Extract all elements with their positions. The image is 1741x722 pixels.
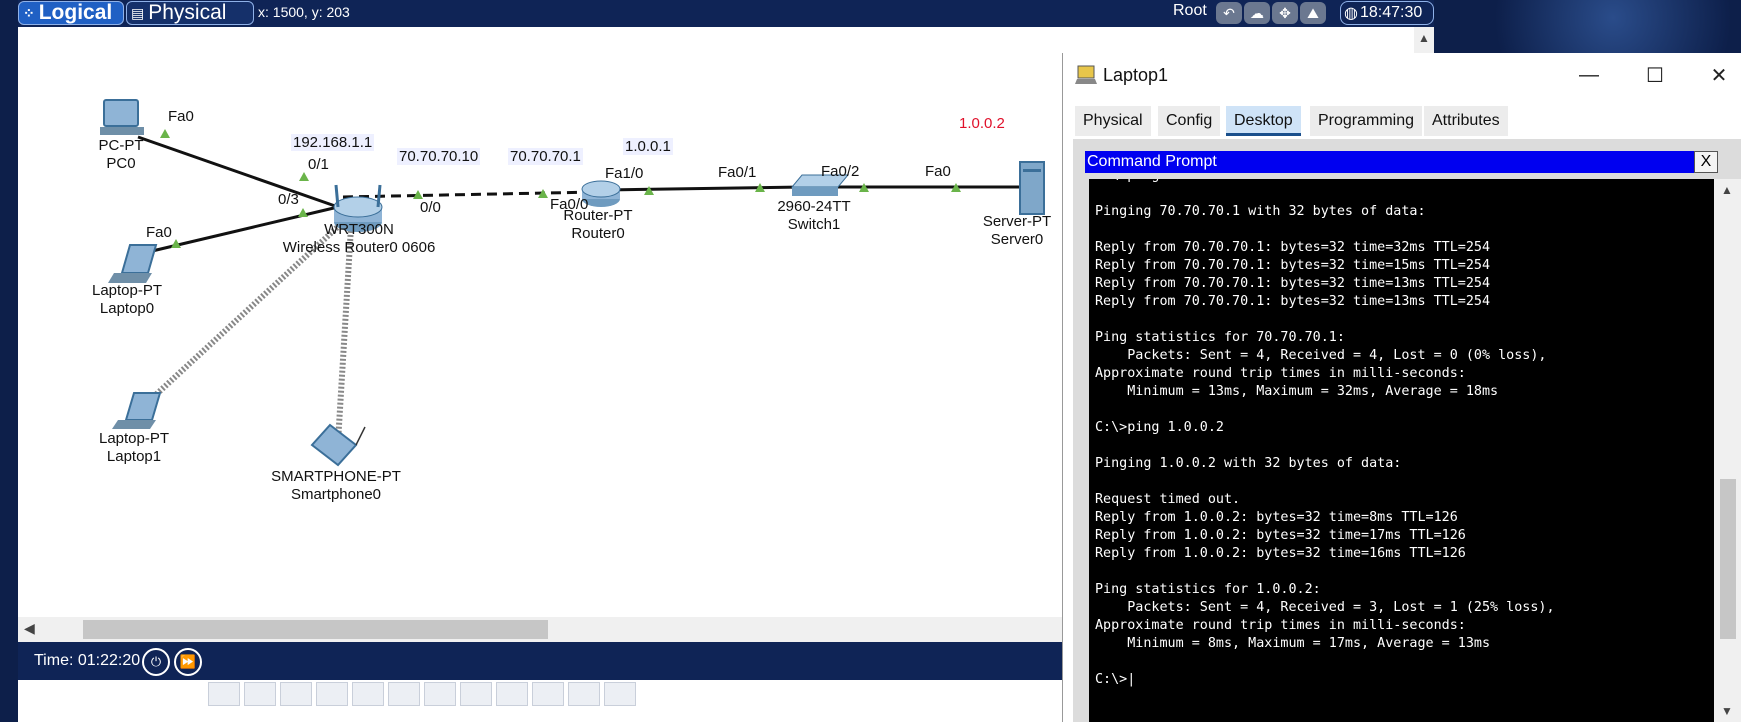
connection-straight-icon[interactable]	[280, 682, 312, 706]
connection-serial-dte-icon[interactable]	[496, 682, 528, 706]
cursor-coordinates: x: 1500, y: 203	[258, 4, 350, 20]
window-title: Laptop1	[1103, 65, 1169, 85]
port-up-indicator	[160, 129, 170, 138]
scroll-up-icon[interactable]: ▲	[1721, 183, 1733, 197]
switch1-label: 2960-24TT Switch1	[777, 198, 851, 233]
laptop0-label: Laptop-PT Laptop0	[91, 282, 163, 317]
logical-tab-label: Logical	[38, 1, 113, 24]
console-scroll-thumb[interactable]	[1720, 479, 1736, 639]
command-prompt-console[interactable]: C:\>ping 70.70.70.1 Pinging 70.70.70.1 w…	[1089, 179, 1714, 722]
physical-icon: ▤	[131, 5, 145, 21]
laptop1-label: Laptop-PT Laptop1	[98, 430, 170, 465]
desktop-edge	[0, 0, 18, 722]
laptop0-icon[interactable]	[108, 244, 158, 283]
command-prompt-app: Command Prompt X C:\>ping 70.70.70.1 Pin…	[1073, 139, 1741, 722]
port-label: Fa0	[146, 224, 172, 241]
cloud-icon[interactable]: ☁	[1244, 2, 1270, 24]
fast-forward-icon: ⏩	[179, 654, 197, 669]
connection-toolbar	[18, 680, 1062, 722]
port-label: Fa0/0	[550, 196, 589, 213]
connection-cross-icon[interactable]	[316, 682, 348, 706]
ip-label: 70.70.70.10	[397, 148, 481, 165]
move-icon[interactable]: ✥	[1272, 2, 1298, 24]
ip-label: 70.70.70.1	[508, 148, 583, 165]
connection-fiber-icon[interactable]	[352, 682, 384, 706]
laptop1-window-icon	[1075, 65, 1097, 84]
simulation-time: Time: 01:22:20	[34, 652, 141, 669]
desktop-background	[1421, 0, 1741, 60]
wrt300n-label: WRT300N Wireless Router0 0606	[282, 221, 436, 256]
connection-phone-icon[interactable]	[388, 682, 420, 706]
horizontal-scroll-thumb[interactable]	[83, 620, 548, 639]
port-label: Fa0	[168, 108, 194, 125]
close-button[interactable]: ✕	[1696, 57, 1741, 93]
connection-console-icon[interactable]	[244, 682, 276, 706]
tab-config[interactable]: Config	[1158, 106, 1221, 136]
port-label: 0/1	[308, 156, 329, 173]
server0-label: Server-PT Server0	[982, 213, 1052, 248]
laptop1-icon[interactable]	[112, 392, 162, 429]
console-scrollbar[interactable]: ▲ ▼	[1714, 179, 1741, 722]
connection-octal-icon[interactable]	[532, 682, 564, 706]
clock-time: 18:47:30	[1359, 4, 1423, 21]
scroll-left-icon[interactable]: ◀	[24, 620, 35, 637]
scroll-down-icon[interactable]: ▼	[1721, 704, 1733, 718]
command-prompt-title: Command Prompt	[1087, 153, 1217, 170]
physical-tab[interactable]: ▤ Physical	[126, 1, 254, 25]
tab-desktop[interactable]: Desktop	[1226, 106, 1301, 136]
tab-programming[interactable]: Programming	[1310, 106, 1423, 136]
minimize-button[interactable]: —	[1566, 57, 1612, 93]
scroll-up-icon[interactable]: ▲	[1418, 31, 1430, 45]
top-bar: ⁘ Logical ▤ Physical x: 1500, y: 203 Roo…	[18, 0, 1434, 27]
back-icon[interactable]: ↶	[1216, 2, 1242, 24]
power-cycle-button[interactable]: ⏻	[142, 648, 170, 676]
power-cycle-icon: ⏻	[150, 654, 162, 669]
background-image-icon[interactable]: ⛰	[1300, 2, 1326, 24]
root-label[interactable]: Root	[1173, 2, 1207, 20]
command-prompt-titlebar: Command Prompt X	[1085, 151, 1718, 173]
ip-label: 1.0.0.1	[623, 138, 673, 155]
wireless-link-smartphone0	[335, 226, 354, 443]
clock[interactable]: ◍ 18:47:30	[1340, 1, 1434, 25]
server0-icon[interactable]	[1019, 161, 1045, 215]
server-ip-label: 1.0.0.2	[959, 115, 1005, 132]
globe-icon: ◍	[1344, 5, 1358, 22]
port-up-indicator	[298, 208, 308, 217]
logical-tab[interactable]: ⁘ Logical	[18, 1, 124, 25]
port-label: 0/3	[278, 191, 299, 208]
fast-forward-button[interactable]: ⏩	[174, 648, 202, 676]
smartphone0-icon[interactable]	[310, 423, 366, 467]
port-label: Fa1/0	[605, 165, 644, 182]
console-output: C:\>ping 70.70.70.1 Pinging 70.70.70.1 w…	[1095, 179, 1555, 687]
connection-serial-dce-icon[interactable]	[460, 682, 492, 706]
link-router0-switch1[interactable]	[605, 185, 804, 192]
pc0-icon[interactable]	[100, 99, 144, 135]
tab-attributes[interactable]: Attributes	[1424, 106, 1508, 136]
port-label: 0/0	[420, 199, 441, 216]
physical-tab-label: Physical	[148, 1, 227, 24]
command-prompt-close-button[interactable]: X	[1694, 151, 1718, 173]
smartphone0-label: SMARTPHONE-PT Smartphone0	[271, 468, 401, 503]
maximize-button[interactable]: ☐	[1632, 57, 1678, 93]
connection-auto-icon[interactable]	[208, 682, 240, 706]
port-up-indicator	[299, 172, 309, 181]
realtime-bar: Time: 01:22:20 ⏻ ⏩	[18, 642, 1062, 680]
ip-label: 192.168.1.1	[291, 134, 375, 151]
tab-physical[interactable]: Physical	[1075, 106, 1151, 136]
pc0-label: PC-PT PC0	[98, 137, 144, 172]
port-label: Fa0	[925, 163, 951, 180]
port-label: Fa0/1	[718, 164, 757, 181]
laptop1-window: Laptop1 — ☐ ✕ Physical Config Desktop Pr…	[1062, 53, 1741, 722]
connection-coaxial-icon[interactable]	[424, 682, 456, 706]
logical-icon: ⁘	[23, 5, 35, 21]
connection-usb-icon[interactable]	[604, 682, 636, 706]
port-label: Fa0/2	[821, 163, 860, 180]
connection-iot-icon[interactable]	[568, 682, 600, 706]
